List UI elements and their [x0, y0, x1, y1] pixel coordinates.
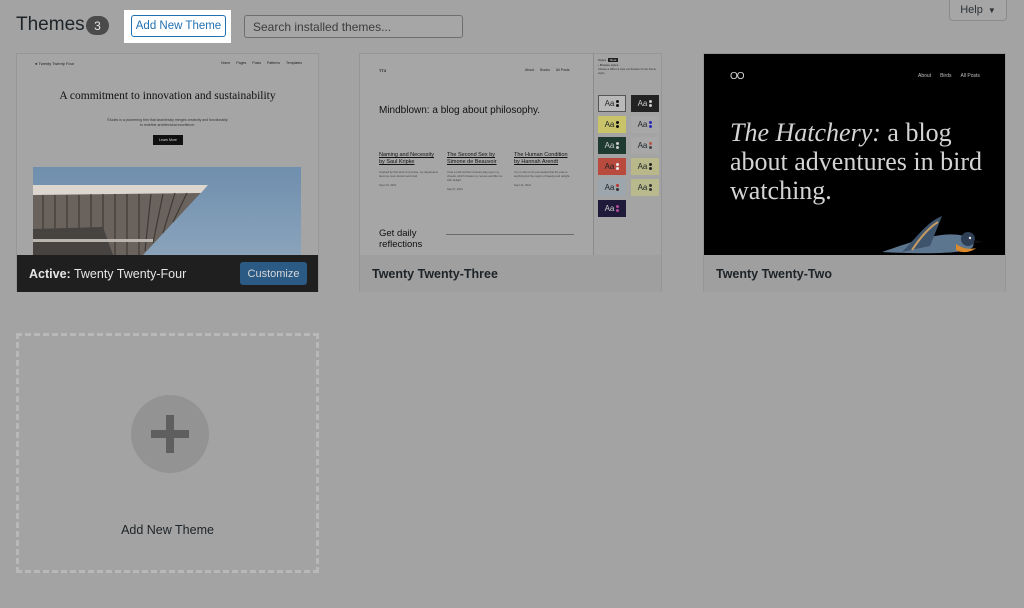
bird-illustration [872, 212, 1005, 255]
preview-footer-text: Get daily reflections [379, 228, 423, 250]
theme-count-badge: 3 [86, 16, 109, 35]
style-swatch: Aa [598, 137, 626, 154]
style-swatch: Aa [598, 179, 626, 196]
theme-screenshot[interactable]: TT3 About Books All Posts Mindblown: a b… [360, 54, 661, 255]
panel-title: ‹ Browse styles [598, 63, 619, 67]
style-swatch: Aa [598, 200, 626, 217]
theme-name-bar: Twenty Twenty-Two [704, 255, 1005, 292]
theme-name: Twenty Twenty-Two [716, 266, 832, 281]
panel-tabs: Styles Beta [598, 58, 619, 62]
preview-site-logo: TT3 [379, 68, 387, 73]
active-theme-bar: Active: Twenty Twenty-Four Customize [17, 255, 318, 292]
preview-divider [446, 234, 574, 235]
caret-down-icon: ▼ [987, 5, 996, 15]
preview-subtext: Études is a pioneering firm that seamles… [107, 118, 228, 127]
theme-screenshot[interactable]: ● Twenty Twenty Four Home Pages Posts Pa… [17, 54, 318, 255]
add-new-theme-card[interactable]: Add New Theme [16, 333, 319, 573]
add-new-theme-button[interactable]: Add New Theme [131, 15, 226, 37]
preview-site-logo: OO [730, 71, 745, 82]
theme-card-twenty-twenty-three[interactable]: TT3 About Books All Posts Mindblown: a b… [359, 53, 662, 292]
preview-learn-more-button: Learn More [153, 135, 183, 145]
add-new-theme-label: Add New Theme [121, 523, 214, 537]
style-swatch: Aa [631, 137, 659, 154]
theme-name-bar: Twenty Twenty-Three [360, 255, 661, 292]
style-swatch: Aa [631, 116, 659, 133]
theme-card-twenty-twenty-four[interactable]: ● Twenty Twenty Four Home Pages Posts Pa… [16, 53, 319, 292]
preview-title: Mindblown: a blog about philosophy. [379, 105, 541, 116]
style-swatch: Aa [631, 158, 659, 175]
panel-subtext: Choose a different style combination for… [598, 68, 656, 75]
theme-name: Twenty Twenty-Three [372, 266, 498, 281]
style-swatch: Aa [598, 95, 626, 112]
theme-screenshot[interactable]: OO About Birds All Posts The Hatchery: a… [704, 54, 1005, 255]
preview-site-logo: ● Twenty Twenty Four [35, 61, 75, 66]
preview-main: TT3 About Books All Posts Mindblown: a b… [360, 54, 593, 255]
preview-post: Naming and Necessity by Saul Kripke Insp… [379, 152, 439, 187]
preview-building-photo [33, 167, 301, 255]
customize-button[interactable]: Customize [240, 262, 307, 285]
plus-icon [131, 395, 209, 473]
preview-title: The Hatchery: a blog about adventures in… [730, 118, 982, 205]
preview-nav: About Birds All Posts [918, 73, 980, 79]
help-label: Help [960, 4, 983, 16]
preview-post: The Human Condition by Hannah Arendt I t… [514, 152, 570, 187]
style-swatch: Aa [631, 179, 659, 196]
preview-nav: About Books All Posts [525, 68, 570, 72]
style-swatch: Aa [598, 158, 626, 175]
preview-post: The Second Sex by Simone de Beauvoir I f… [447, 152, 503, 191]
style-swatch: Aa [631, 95, 659, 112]
preview-styles-panel: Styles Beta ‹ Browse styles Choose a diff… [593, 54, 661, 255]
theme-card-twenty-twenty-two[interactable]: OO About Birds All Posts The Hatchery: a… [703, 53, 1006, 292]
preview-heading: A commitment to innovation and sustainab… [59, 90, 276, 102]
preview-nav: Home Pages Posts Patterns Templates [220, 61, 302, 65]
style-swatch: Aa [598, 116, 626, 133]
page-title: Themes [16, 14, 85, 35]
active-theme-label: Active: Twenty Twenty-Four [29, 266, 187, 281]
help-button[interactable]: Help ▼ [949, 0, 1007, 21]
search-themes-input[interactable] [244, 15, 463, 38]
